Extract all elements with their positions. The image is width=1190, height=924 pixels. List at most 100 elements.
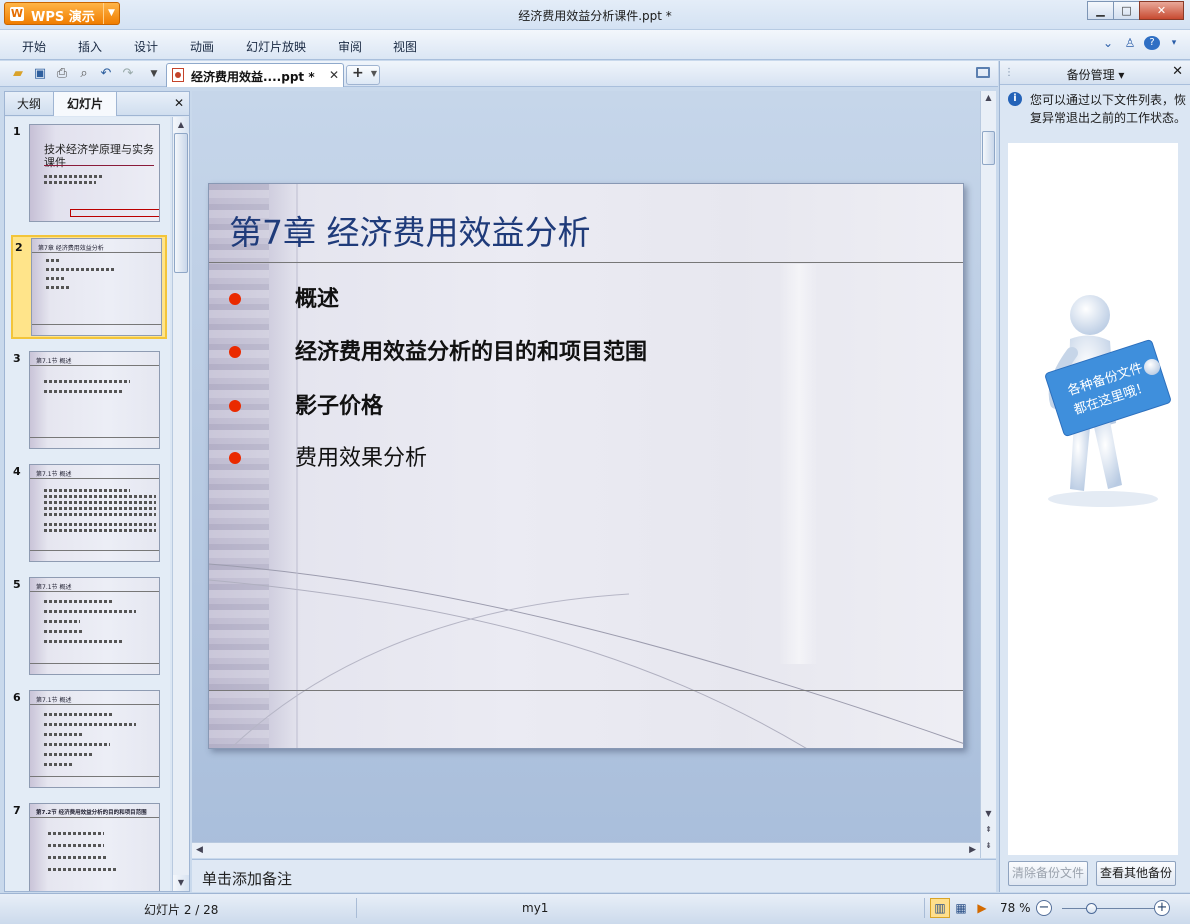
- maximize-button[interactable]: □: [1113, 1, 1140, 20]
- ribbon-collapse-icon[interactable]: ⌄: [1100, 36, 1116, 50]
- next-slide-icon[interactable]: ⇟: [981, 841, 996, 850]
- menu-animation[interactable]: 动画: [190, 38, 214, 55]
- folder-open-icon[interactable]: ▰: [10, 66, 26, 82]
- close-window-button[interactable]: ✕: [1139, 1, 1184, 20]
- customize-toolbar-icon[interactable]: ▼: [146, 66, 162, 82]
- slide-thumbnail-5[interactable]: 5 第7.1节 概述: [11, 574, 167, 678]
- menu-insert[interactable]: 插入: [78, 38, 102, 55]
- thumbnail-scrollbar[interactable]: ▲ ▼: [172, 117, 189, 891]
- slide-counter: 幻灯片 2 / 28: [144, 903, 219, 917]
- zoom-out-icon[interactable]: −: [1036, 900, 1052, 916]
- help-icon[interactable]: ?: [1144, 36, 1160, 50]
- slide-bullet-4[interactable]: 费用效果分析: [295, 440, 427, 472]
- slide-bullet-3[interactable]: 影子价格: [295, 388, 383, 420]
- edit-area-horizontal-scrollbar[interactable]: ◀ ▶: [192, 842, 980, 858]
- info-icon: i: [1008, 92, 1022, 106]
- scroll-left-icon[interactable]: ◀: [196, 845, 203, 855]
- ppt-file-icon: [172, 68, 184, 82]
- slide-thumbnail-1[interactable]: 1 技术经济学原理与实务课件: [11, 121, 167, 225]
- slideshow-play-icon[interactable]: ▶: [972, 898, 992, 918]
- clear-backup-button[interactable]: 清除备份文件: [1008, 861, 1088, 886]
- slide-number: 2: [15, 241, 23, 254]
- close-icon[interactable]: ✕: [174, 96, 184, 110]
- slide-number: 5: [13, 578, 21, 591]
- slide-number: 1: [13, 125, 21, 138]
- notes-placeholder[interactable]: 单击添加备注: [202, 868, 292, 889]
- scroll-thumb[interactable]: [982, 131, 995, 165]
- backup-panel-title[interactable]: 备份管理 ▾: [1000, 66, 1190, 83]
- slide-number: 7: [13, 804, 21, 817]
- bullet-dot: [229, 452, 241, 464]
- skin-shirt-icon[interactable]: ♙: [1122, 36, 1138, 50]
- scroll-up-icon[interactable]: ▲: [981, 93, 996, 102]
- help-dropdown-icon[interactable]: ▾: [1166, 38, 1182, 48]
- slide-thumbnail-7[interactable]: 7 第7.2节 经济费用效益分析的目的和项目范围: [11, 800, 167, 891]
- backup-file-list[interactable]: 各种备份文件 都在这里哦！: [1008, 143, 1178, 855]
- slide-title[interactable]: 第7章 经济费用效益分析: [229, 206, 591, 254]
- slide-edit-area[interactable]: 第7章 经济费用效益分析 概述 经济费用效益分析的目的和项目范围 影子价格 费用…: [192, 91, 996, 858]
- menu-bar: 开始 插入 设计 动画 幻灯片放映 审阅 视图 ⌄ ♙ ? ▾: [0, 30, 1190, 60]
- scroll-right-icon[interactable]: ▶: [969, 845, 976, 855]
- close-icon[interactable]: ✕: [1172, 64, 1183, 79]
- slide-bullet-1[interactable]: 概述: [295, 281, 339, 313]
- slide-thumb-title: 第7.1节 概述: [36, 697, 72, 704]
- slide-thumbnail-2[interactable]: 2 第7章 经济费用效益分析: [11, 235, 167, 339]
- slide-thumbnail-3[interactable]: 3 第7.1节 概述: [11, 348, 167, 452]
- menu-review[interactable]: 审阅: [338, 38, 362, 55]
- scroll-thumb[interactable]: [174, 133, 188, 273]
- slide-thumb-title: 第7章 经济费用效益分析: [38, 245, 104, 252]
- menu-slideshow[interactable]: 幻灯片放映: [246, 38, 306, 55]
- previous-slide-icon[interactable]: ⇞: [981, 825, 996, 834]
- template-name: my1: [522, 901, 549, 915]
- zoom-in-icon[interactable]: +: [1154, 900, 1170, 916]
- title-bar: W WPS 演示 ▼ 经济费用效益分析课件.ppt * ▁ □ ✕: [0, 0, 1190, 30]
- undo-icon[interactable]: ↶: [98, 66, 114, 82]
- menu-design[interactable]: 设计: [134, 38, 158, 55]
- minimize-button[interactable]: ▁: [1087, 1, 1114, 20]
- slide-bullet-2[interactable]: 经济费用效益分析的目的和项目范围: [295, 334, 647, 366]
- zoom-level[interactable]: 78 %: [1000, 901, 1031, 915]
- slide-number: 4: [13, 465, 21, 478]
- menu-home[interactable]: 开始: [22, 38, 46, 55]
- normal-view-icon[interactable]: ▥: [930, 898, 950, 918]
- slide-thumb-title: 第7.1节 概述: [36, 471, 72, 478]
- plus-icon: +: [352, 65, 364, 81]
- view-other-backups-button[interactable]: 查看其他备份: [1096, 861, 1176, 886]
- window-layout-icon[interactable]: [976, 67, 990, 78]
- slide-thumb-title: 第7.1节 概述: [36, 584, 72, 591]
- slide-thumbnail-list: 1 技术经济学原理与实务课件 2 第7章 经济费用效益分析 3 第7.1节 概述…: [5, 117, 170, 891]
- bullet-dot: [229, 293, 241, 305]
- new-tab-button[interactable]: + ▼: [346, 65, 380, 85]
- bullet-dot: [229, 400, 241, 412]
- scroll-down-icon[interactable]: ▼: [173, 875, 189, 891]
- close-icon[interactable]: ✕: [329, 68, 339, 82]
- backup-mascot-illustration: 各种备份文件 都在这里哦！: [1045, 295, 1171, 507]
- slide-thumb-title: 第7.2节 经济费用效益分析的目的和项目范围: [36, 810, 147, 816]
- slide-number: 3: [13, 352, 21, 365]
- zoom-slider[interactable]: [1062, 908, 1154, 909]
- scroll-down-icon[interactable]: ▼: [981, 809, 996, 818]
- document-tab[interactable]: 经济费用效益....ppt * ✕: [166, 63, 344, 87]
- print-preview-icon[interactable]: ⌕: [76, 66, 92, 82]
- zoom-slider-thumb[interactable]: [1086, 903, 1097, 914]
- print-icon[interactable]: ⎙: [54, 66, 70, 82]
- chevron-down-icon[interactable]: ▼: [371, 69, 377, 78]
- slide-thumbnail-6[interactable]: 6 第7.1节 概述: [11, 687, 167, 791]
- notes-pane[interactable]: 单击添加备注: [192, 859, 996, 892]
- document-tab-label: 经济费用效益....ppt *: [191, 70, 315, 84]
- redo-icon[interactable]: ↷: [120, 66, 136, 82]
- current-slide[interactable]: 第7章 经济费用效益分析 概述 经济费用效益分析的目的和项目范围 影子价格 费用…: [208, 183, 964, 749]
- scroll-up-icon[interactable]: ▲: [173, 117, 189, 133]
- quick-access-toolbar: ▰ ▣ ⎙ ⌕ ↶ ↷ ▼ 经济费用效益....ppt * ✕ + ▼: [0, 61, 998, 87]
- tab-slides[interactable]: 幻灯片: [53, 92, 117, 116]
- slide-panel: 大纲 幻灯片 ✕ 1 技术经济学原理与实务课件 2 第7章 经济费用效益分析 3…: [4, 91, 190, 892]
- menu-view[interactable]: 视图: [393, 38, 417, 55]
- save-icon[interactable]: ▣: [32, 66, 48, 82]
- status-bar: 幻灯片 2 / 28 my1 ▥ ▦ ▶ 78 % − +: [0, 893, 1190, 924]
- slide-thumbnail-4[interactable]: 4 第7.1节 概述: [11, 461, 167, 565]
- slide-sorter-icon[interactable]: ▦: [951, 898, 971, 918]
- tab-outline[interactable]: 大纲: [5, 92, 53, 116]
- edit-area-vertical-scrollbar[interactable]: ▲ ▼ ⇞ ⇟: [980, 91, 996, 858]
- window-title: 经济费用效益分析课件.ppt *: [518, 9, 672, 23]
- backup-panel: ⋮ 备份管理 ▾ ✕ i 您可以通过以下文件列表，恢复异常退出之前的工作状态。 …: [999, 61, 1190, 892]
